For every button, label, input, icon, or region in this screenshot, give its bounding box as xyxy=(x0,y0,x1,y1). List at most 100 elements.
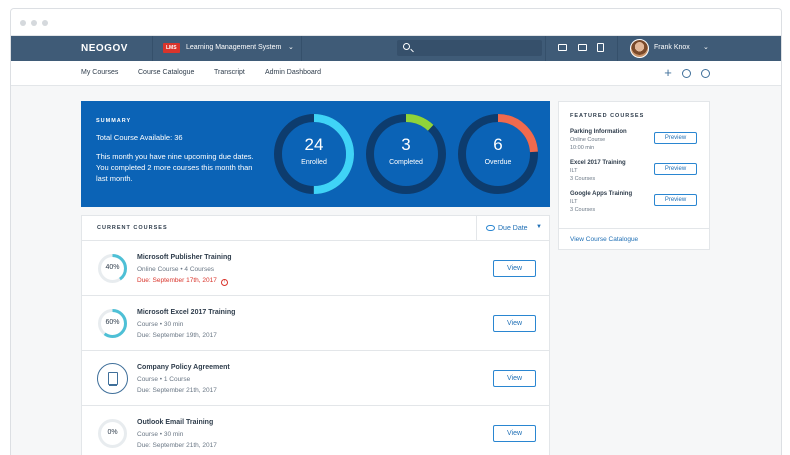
course-title[interactable]: Microsoft Publisher Training xyxy=(137,254,232,261)
progress-ring: 60% xyxy=(97,308,128,339)
divider xyxy=(617,36,618,61)
tab-my-courses[interactable]: My Courses xyxy=(81,69,118,76)
sort-label: Due Date xyxy=(498,225,528,232)
completed-label: Completed xyxy=(389,159,423,166)
search-input[interactable] xyxy=(397,40,542,56)
window-chrome xyxy=(11,9,781,36)
summary-total: Total Course Available: 36 xyxy=(96,133,183,142)
app-window: NEOGOV LMS Learning Management System ⌄ … xyxy=(10,8,782,455)
view-button[interactable]: View xyxy=(493,315,536,332)
calendar-icon[interactable] xyxy=(578,44,587,51)
preview-button[interactable]: Preview xyxy=(654,163,697,175)
overdue-label: Overdue xyxy=(484,159,512,166)
featured-courses-title: FEATURED COURSES xyxy=(570,113,645,119)
overdue-count: 6 xyxy=(493,135,503,154)
completed-ring[interactable]: 3 Completed xyxy=(364,112,448,196)
app-switcher-label[interactable]: Learning Management System xyxy=(186,44,281,51)
window-dot-close[interactable] xyxy=(20,20,26,26)
avatar[interactable] xyxy=(630,39,649,58)
search-icon[interactable] xyxy=(403,43,410,50)
chevron-down-icon[interactable]: ⌄ xyxy=(703,43,709,51)
caret-down-icon: ▼ xyxy=(536,224,542,230)
tab-transcript[interactable]: Transcript xyxy=(214,69,245,76)
enrolled-ring[interactable]: 24 Enrolled xyxy=(272,112,356,196)
preview-button[interactable]: Preview xyxy=(654,132,697,144)
document-icon xyxy=(97,363,128,394)
warning-icon: ! xyxy=(220,279,228,286)
progress-ring: 0% xyxy=(97,418,128,449)
featured-course-item: Parking Information Online Course 10:00 m… xyxy=(570,129,705,159)
divider xyxy=(152,36,153,61)
tab-admin-dashboard[interactable]: Admin Dashboard xyxy=(265,69,321,76)
featured-course-meta: ILT 3 Courses xyxy=(570,199,595,214)
view-button[interactable]: View xyxy=(493,425,536,442)
course-due-date: Due: September 17th, 2017! xyxy=(137,277,228,286)
course-meta: Course • 1 Course xyxy=(137,376,191,383)
course-title[interactable]: Outlook Email Training xyxy=(137,419,213,426)
sort-dropdown[interactable]: Due Date ▼ xyxy=(476,216,549,241)
current-courses-panel: CURRENT COURSES Due Date ▼ 40% Microsoft… xyxy=(81,215,550,455)
featured-course-name[interactable]: Google Apps Training xyxy=(570,191,632,197)
featured-course-type: ILT xyxy=(570,168,578,174)
view-catalogue-link[interactable]: View Course Catalogue xyxy=(570,236,638,243)
document-icon[interactable] xyxy=(597,43,604,52)
brand-logo[interactable]: NEOGOV xyxy=(81,43,128,54)
course-meta: Course • 30 min xyxy=(137,431,184,438)
view-button[interactable]: View xyxy=(493,370,536,387)
featured-course-duration: 10:00 min xyxy=(570,144,595,151)
preview-button[interactable]: Preview xyxy=(654,194,697,206)
course-meta: Online Course • 4 Courses xyxy=(137,266,215,273)
course-due-text: Due: September 17th, 2017 xyxy=(137,277,217,284)
featured-course-type: ILT xyxy=(570,199,578,205)
course-row: 0% Outlook Email Training Course • 30 mi… xyxy=(82,406,549,455)
summary-panel: SUMMARY Total Course Available: 36 This … xyxy=(81,101,550,207)
current-courses-header: CURRENT COURSES Due Date ▼ xyxy=(82,216,549,241)
course-row: 60% Microsoft Excel 2017 Training Course… xyxy=(82,296,549,351)
featured-course-duration: 3 Courses xyxy=(570,206,596,213)
current-courses-title: CURRENT COURSES xyxy=(97,225,168,231)
featured-course-item: Excel 2017 Training ILT 3 Courses Preview xyxy=(570,160,705,190)
top-navbar: NEOGOV LMS Learning Management System ⌄ … xyxy=(11,36,781,61)
progress-percent: 0% xyxy=(107,429,118,436)
course-row: Company Policy Agreement Course • 1 Cour… xyxy=(82,351,549,406)
enrolled-label: Enrolled xyxy=(301,159,327,166)
clock-icon[interactable] xyxy=(682,69,691,78)
view-button[interactable]: View xyxy=(493,260,536,277)
course-row: 40% Microsoft Publisher Training Online … xyxy=(82,241,549,296)
completed-count: 3 xyxy=(401,135,411,154)
featured-course-name[interactable]: Parking Information xyxy=(570,129,627,135)
tab-course-catalogue[interactable]: Course Catalogue xyxy=(138,69,194,76)
window-dot-minimize[interactable] xyxy=(31,20,37,26)
progress-percent: 40% xyxy=(105,264,120,271)
summary-description: This month you have nine upcoming due da… xyxy=(96,152,254,183)
eye-icon xyxy=(486,225,495,231)
sub-navbar: My Courses Course Catalogue Transcript A… xyxy=(11,61,781,86)
course-due-date: Due: September 19th, 2017 xyxy=(137,332,217,339)
featured-courses-panel: FEATURED COURSES Parking Information Onl… xyxy=(558,101,710,250)
progress-percent: 60% xyxy=(105,319,120,326)
featured-course-name[interactable]: Excel 2017 Training xyxy=(570,160,626,166)
mail-icon[interactable] xyxy=(558,44,567,51)
plus-icon[interactable]: + xyxy=(663,66,673,79)
user-name[interactable]: Frank Knox xyxy=(654,44,690,51)
featured-course-type: Online Course xyxy=(570,137,606,143)
enrolled-count: 24 xyxy=(304,135,324,154)
gear-icon[interactable] xyxy=(701,69,710,78)
featured-course-item: Google Apps Training ILT 3 Courses Previe… xyxy=(570,191,705,221)
featured-footer: View Course Catalogue xyxy=(559,228,709,251)
chevron-down-icon[interactable]: ⌄ xyxy=(288,43,294,51)
summary-label: SUMMARY xyxy=(96,118,132,124)
divider xyxy=(545,36,546,61)
progress-ring: 40% xyxy=(97,253,128,284)
course-due-date: Due: September 21th, 2017 xyxy=(137,442,217,449)
featured-course-meta: Online Course 10:00 min xyxy=(570,137,605,152)
featured-course-duration: 3 Courses xyxy=(570,175,596,182)
lms-badge: LMS xyxy=(163,43,180,53)
course-title[interactable]: Company Policy Agreement xyxy=(137,364,230,371)
course-title[interactable]: Microsoft Excel 2017 Training xyxy=(137,309,235,316)
overdue-ring[interactable]: 6 Overdue xyxy=(456,112,540,196)
divider xyxy=(301,36,302,61)
featured-course-meta: ILT 3 Courses xyxy=(570,168,595,183)
course-meta: Course • 30 min xyxy=(137,321,184,328)
window-dot-maximize[interactable] xyxy=(42,20,48,26)
